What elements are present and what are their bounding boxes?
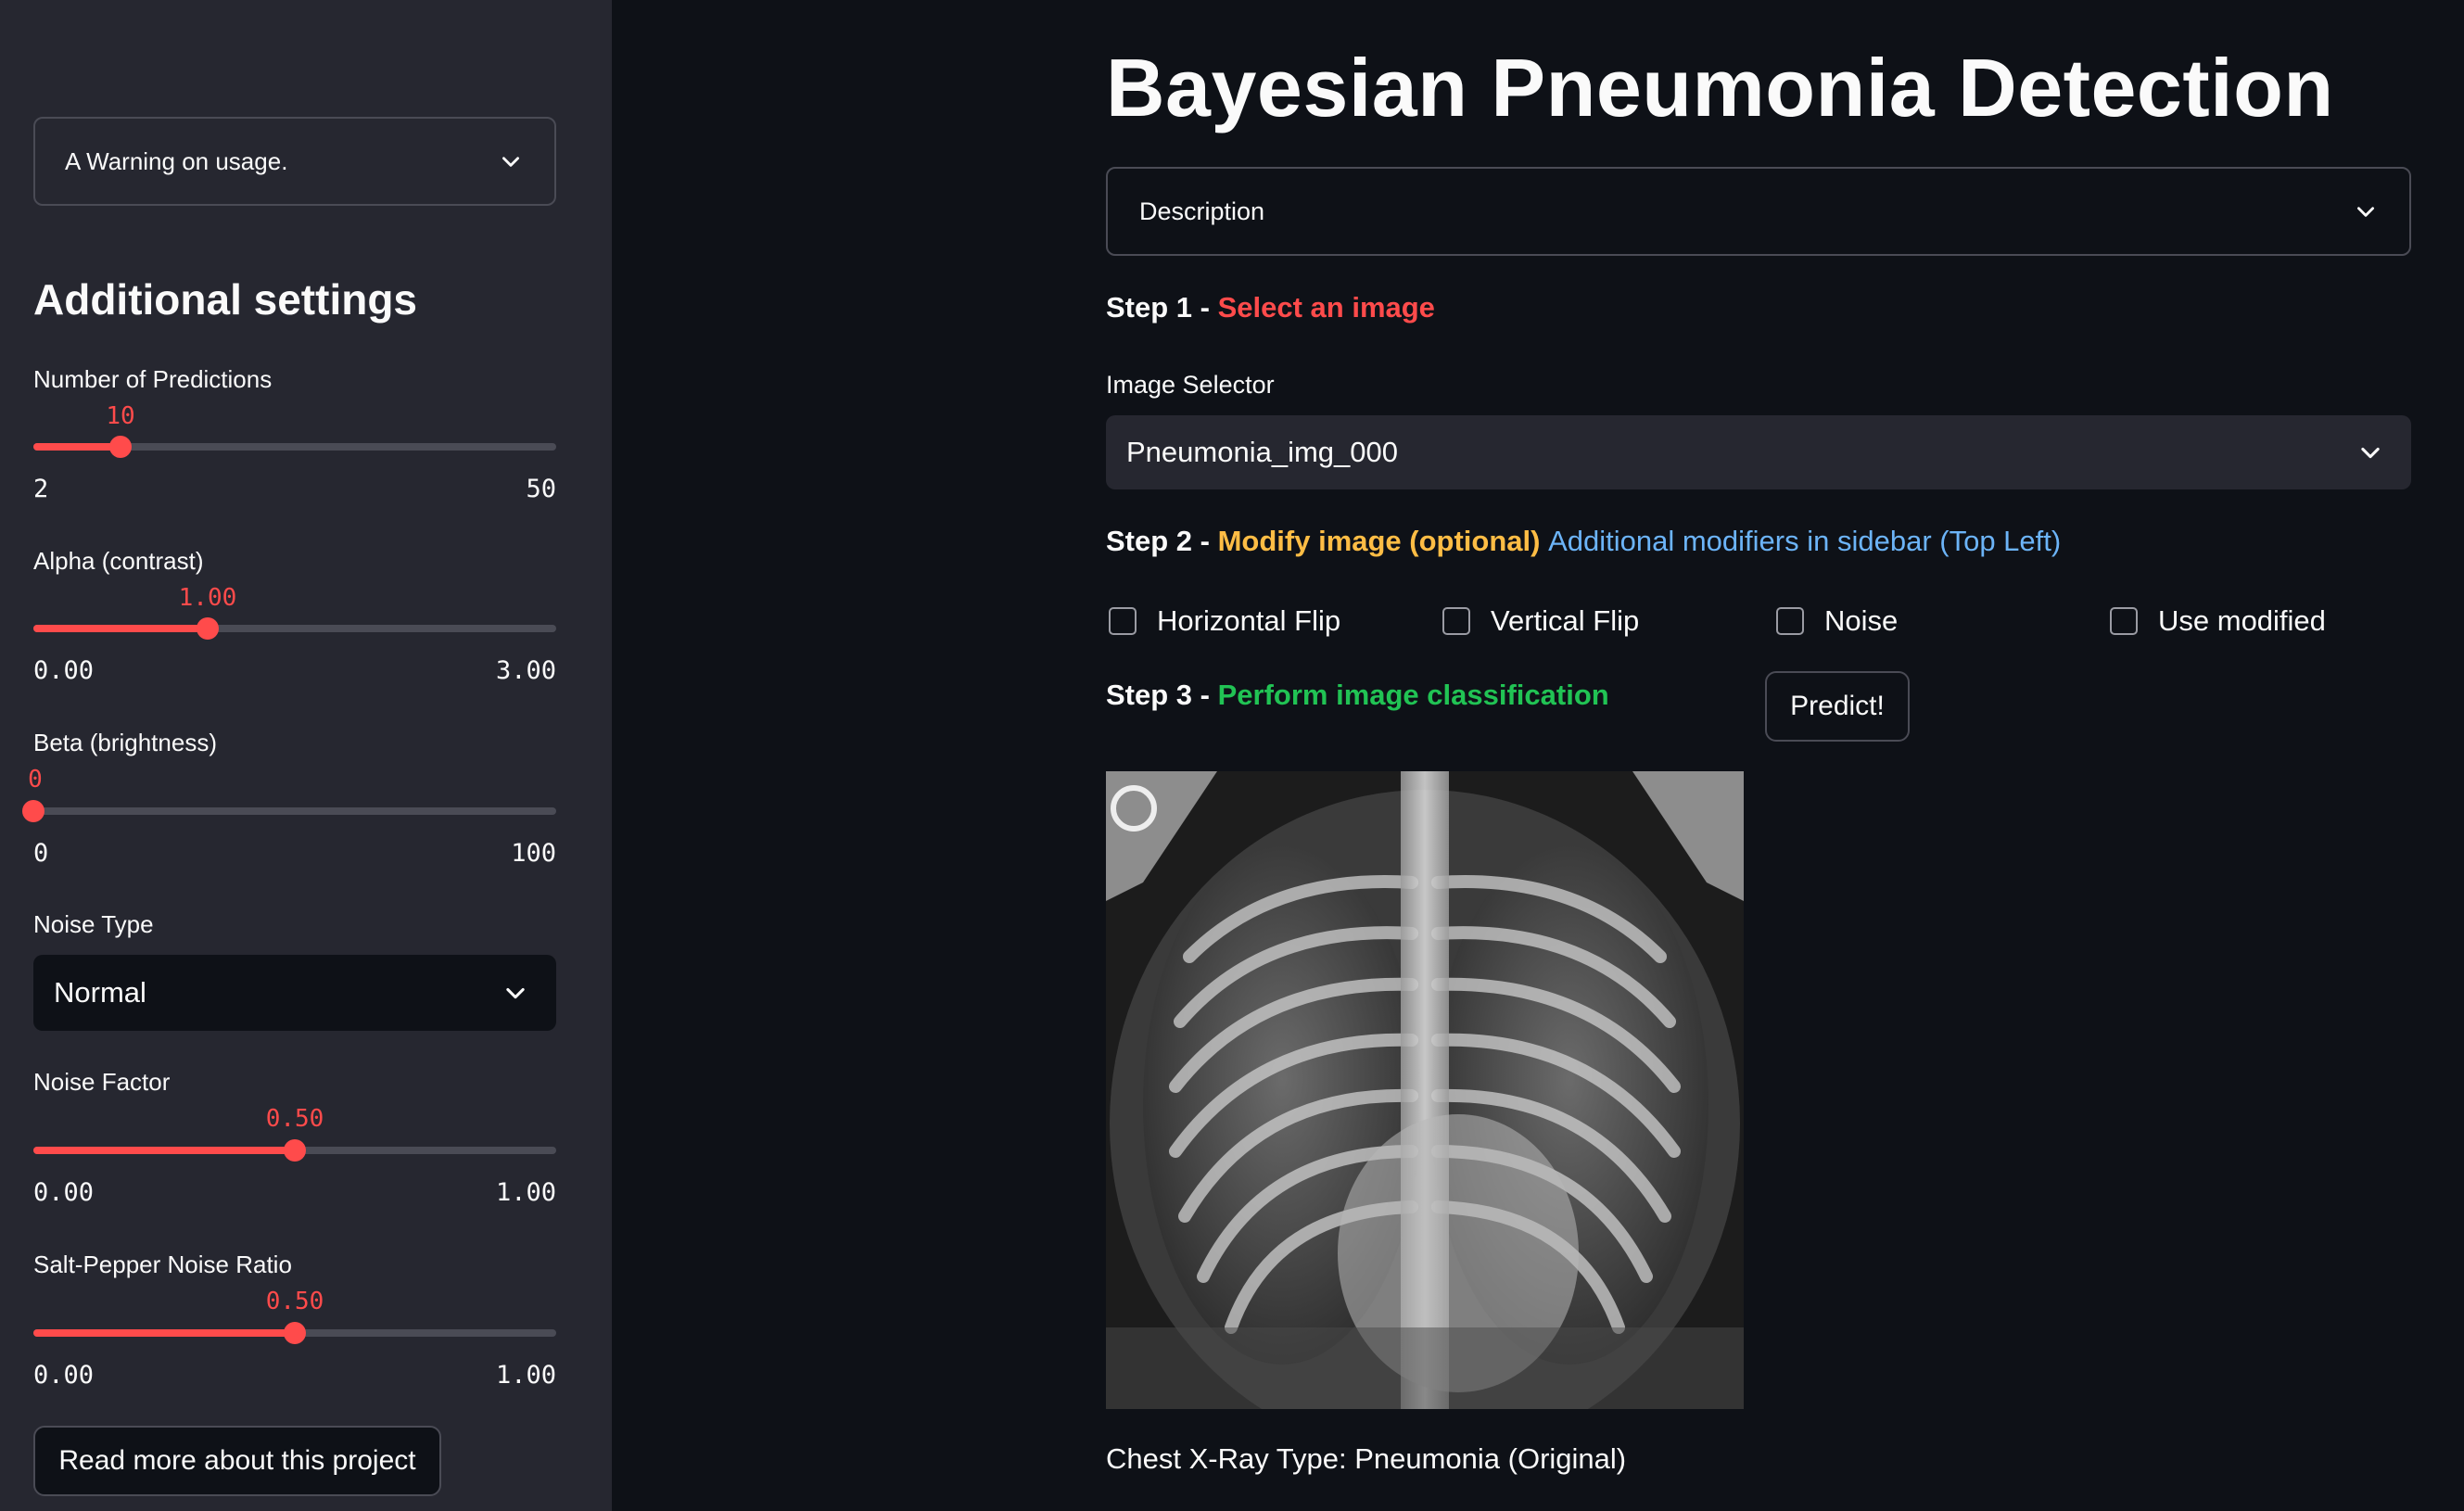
- predict-button[interactable]: Predict!: [1765, 671, 1910, 742]
- noise-type-select[interactable]: Normal: [33, 955, 556, 1031]
- beta-slider[interactable]: [22, 800, 556, 822]
- slider-fill: [33, 1329, 295, 1337]
- slider-label-num-predictions: Number of Predictions: [33, 365, 273, 393]
- step-3-prefix: Step 3 -: [1106, 679, 1218, 711]
- image-selector[interactable]: Pneumonia_img_000: [1106, 415, 2411, 489]
- step-3-text: Perform image classification: [1217, 679, 1609, 711]
- slider-value-num-predictions: 10: [106, 402, 135, 430]
- step-3-heading: Step 3 - Perform image classification: [1106, 679, 1609, 712]
- image-selector-label: Image Selector: [1106, 371, 1275, 399]
- slider-min: 0.00: [33, 656, 95, 685]
- chevron-down-icon: [2361, 447, 2380, 459]
- checkbox-label: Use modified: [2158, 604, 2326, 637]
- noise-factor-slider[interactable]: [33, 1139, 556, 1162]
- step-1-prefix: Step 1 -: [1106, 291, 1218, 324]
- slider-thumb[interactable]: [109, 436, 133, 458]
- slider-min: 0: [33, 839, 49, 868]
- slider-thumb[interactable]: [284, 1139, 306, 1162]
- checkbox-label: Vertical Flip: [1491, 604, 1640, 637]
- slider-value-alpha: 1.00: [178, 584, 237, 612]
- image-selector-value: Pneumonia_img_000: [1126, 436, 1398, 468]
- slider-max: 1.00: [495, 1178, 556, 1207]
- slider-thumb[interactable]: [196, 617, 219, 640]
- step-2-heading: Step 2 - Modify image (optional) Additio…: [1106, 525, 2061, 558]
- chevron-down-icon: [506, 987, 525, 999]
- vertical-flip-checkbox[interactable]: Vertical Flip: [1442, 601, 1639, 641]
- checkbox-box[interactable]: [1442, 607, 1470, 635]
- image-caption: Chest X-Ray Type: Pneumonia (Original): [1106, 1442, 1627, 1475]
- slider-label-beta: Beta (brightness): [33, 729, 217, 756]
- slider-value-beta: 0: [28, 766, 43, 794]
- horizontal-flip-checkbox[interactable]: Horizontal Flip: [1109, 601, 1340, 641]
- slider-label-salt-pepper: Salt-Pepper Noise Ratio: [33, 1251, 292, 1278]
- sidebar-heading: Additional settings: [33, 275, 417, 324]
- noise-checkbox[interactable]: Noise: [1776, 601, 1898, 641]
- step-1-heading: Step 1 - Select an image: [1106, 291, 1435, 324]
- slider-fill: [33, 625, 208, 632]
- step-2-note: Additional modifiers in sidebar (Top Lef…: [1548, 525, 2062, 557]
- sidebar: A Warning on usage. Additional settings …: [0, 0, 612, 1511]
- chevron-down-icon: [502, 157, 519, 167]
- slider-max: 50: [526, 475, 556, 503]
- use-modified-checkbox[interactable]: Use modified: [2110, 601, 2326, 641]
- slider-thumb[interactable]: [284, 1322, 306, 1344]
- description-expander[interactable]: Description: [1106, 167, 2411, 256]
- slider-value-salt-pepper: 0.50: [265, 1288, 324, 1315]
- read-more-button[interactable]: Read more about this project: [33, 1426, 441, 1496]
- step-2-prefix: Step 2 -: [1106, 525, 1218, 557]
- xray-graphic: [1106, 771, 1744, 1409]
- slider-value-noise-factor: 0.50: [265, 1105, 324, 1133]
- slider-min: 2: [33, 475, 49, 503]
- warning-expander[interactable]: A Warning on usage.: [33, 117, 556, 206]
- noise-type-value: Normal: [54, 976, 146, 1009]
- slider-label-noise-factor: Noise Factor: [33, 1068, 171, 1096]
- checkbox-box[interactable]: [2110, 607, 2138, 635]
- slider-fill: [33, 1147, 295, 1154]
- slider-thumb[interactable]: [22, 800, 44, 822]
- slider-min: 0.00: [33, 1178, 95, 1207]
- page-title: Bayesian Pneumonia Detection: [1106, 42, 2334, 133]
- step-1-text: Select an image: [1217, 291, 1435, 324]
- checkbox-label: Noise: [1824, 604, 1899, 637]
- slider-fill: [33, 443, 121, 451]
- slider-max: 100: [511, 839, 556, 868]
- num-predictions-slider[interactable]: [33, 436, 556, 458]
- salt-pepper-slider[interactable]: [33, 1322, 556, 1344]
- warning-expander-label: A Warning on usage.: [65, 146, 288, 175]
- checkbox-label: Horizontal Flip: [1157, 604, 1341, 637]
- alpha-slider[interactable]: [33, 617, 556, 640]
- chest-xray-image: [1106, 771, 1744, 1409]
- noise-type-label: Noise Type: [33, 910, 154, 938]
- chevron-down-icon: [2357, 207, 2374, 217]
- checkbox-box[interactable]: [1109, 607, 1137, 635]
- slider-max: 3.00: [495, 656, 556, 685]
- slider-max: 1.00: [495, 1361, 556, 1390]
- slider-min: 0.00: [33, 1361, 95, 1390]
- description-expander-label: Description: [1139, 197, 1265, 225]
- checkbox-box[interactable]: [1776, 607, 1804, 635]
- step-2-text: Modify image (optional): [1217, 525, 1541, 557]
- slider-label-alpha: Alpha (contrast): [33, 547, 204, 575]
